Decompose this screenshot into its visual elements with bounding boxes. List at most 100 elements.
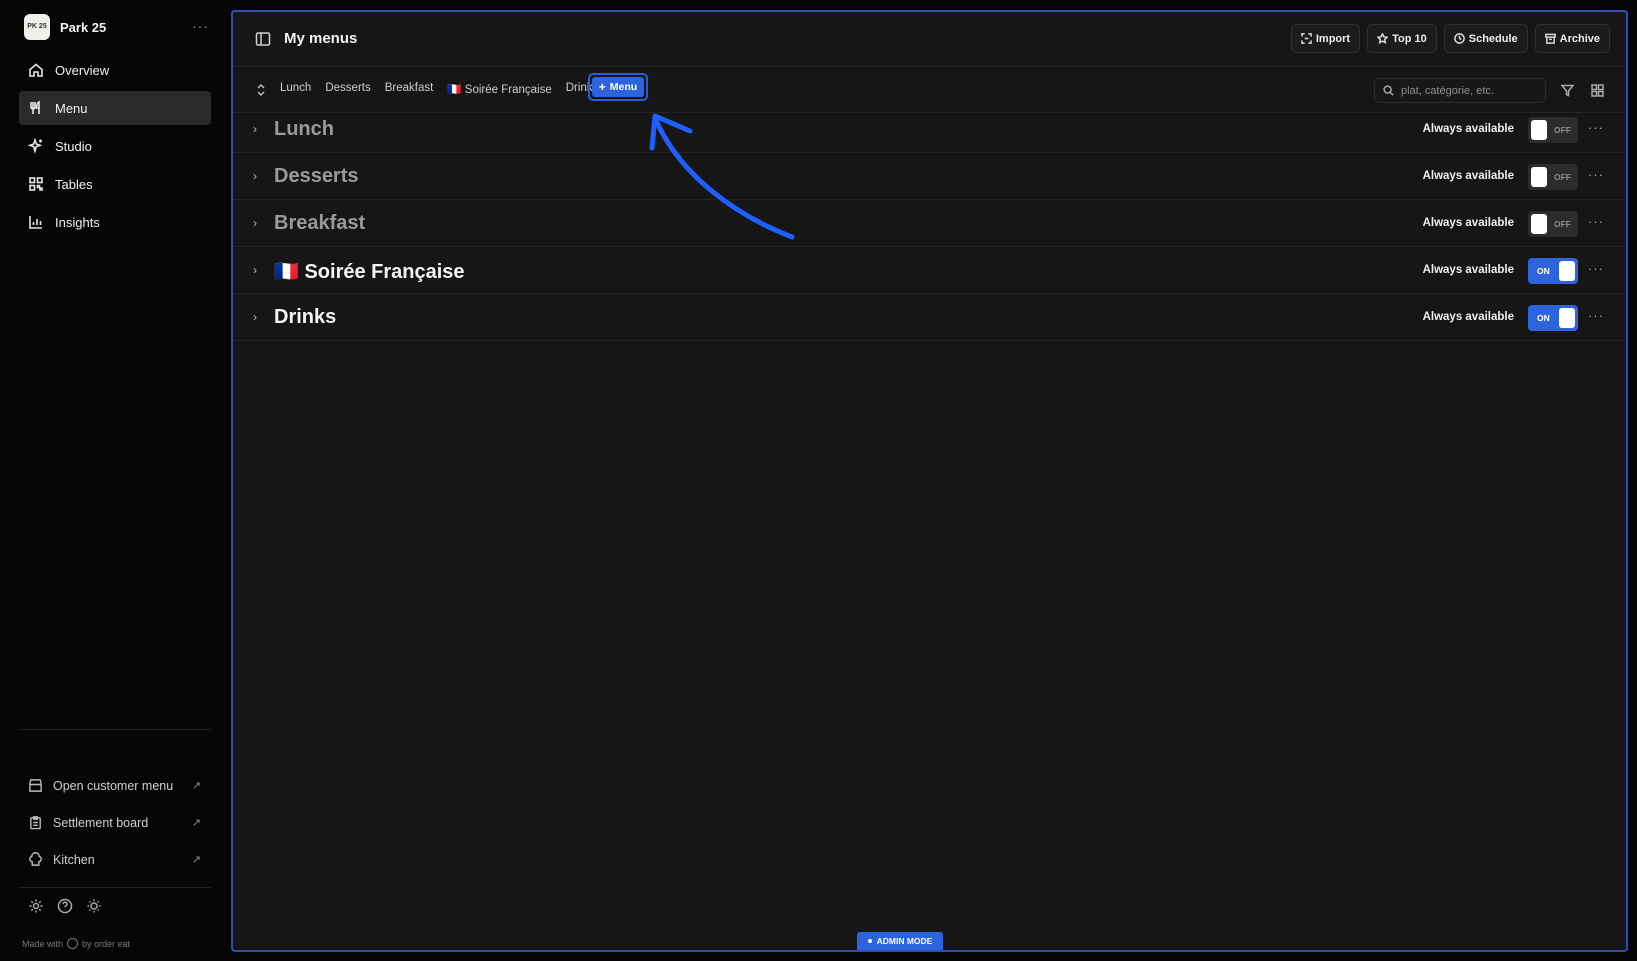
brand-name: Park 25 <box>60 19 107 35</box>
row-more-icon[interactable]: ··· <box>1588 261 1604 276</box>
page-header: My menus Import Top 10 Schedule Archive <box>233 12 1626 67</box>
tab-lunch[interactable]: Lunch <box>280 82 311 96</box>
menu-toggle[interactable]: ON <box>1528 305 1578 331</box>
row-more-icon[interactable]: ··· <box>1588 120 1604 135</box>
made-with-text: Made with <box>22 938 64 949</box>
grid-view-button[interactable] <box>1591 84 1604 102</box>
settlement-board-link[interactable]: Settlement board ↗ <box>19 804 211 841</box>
divider <box>19 729 211 730</box>
search-icon <box>1383 85 1394 96</box>
availability-label: Always available <box>1422 217 1514 229</box>
toggle-state: ON <box>1537 266 1550 276</box>
chevrons-up-down-icon <box>257 83 265 97</box>
brand[interactable]: PK 25 Park 25 <box>24 14 106 40</box>
brand-logo: PK 25 <box>24 14 50 40</box>
chevron-right-icon[interactable]: › <box>253 122 257 136</box>
archive-button[interactable]: Archive <box>1534 24 1610 53</box>
more-options-icon[interactable]: ··· <box>192 18 209 34</box>
toggle-state: OFF <box>1554 219 1571 229</box>
toggle-knob <box>1559 308 1575 328</box>
sidebar-panel-icon <box>255 32 271 46</box>
menu-row-soiree-francaise[interactable]: › 🇫🇷 Soirée Française Always available O… <box>233 247 1626 294</box>
external-links: Open customer menu ↗ Settlement board ↗ … <box>19 767 211 878</box>
qr-code-icon <box>29 177 43 191</box>
link-label: Kitchen <box>53 852 95 867</box>
made-by-text: by order eat <box>82 938 131 949</box>
link-label: Open customer menu <box>53 778 174 793</box>
top-10-button[interactable]: Top 10 <box>1367 24 1437 53</box>
menu-tabs: Lunch Desserts Breakfast 🇫🇷 Soirée Franç… <box>280 82 598 96</box>
admin-mode-badge: ADMIN MODE <box>857 932 943 950</box>
search-box <box>1374 78 1546 103</box>
footer-icons <box>28 898 102 914</box>
toggle-state: OFF <box>1554 172 1571 182</box>
chevron-right-icon[interactable]: › <box>253 310 257 324</box>
link-label: Settlement board <box>53 815 149 830</box>
settings-icon[interactable] <box>28 898 44 914</box>
schedule-button[interactable]: Schedule <box>1443 24 1528 53</box>
import-icon <box>1301 33 1312 44</box>
kitchen-link[interactable]: Kitchen ↗ <box>19 841 211 878</box>
nav-item-label: Tables <box>55 176 93 192</box>
page-title: My menus <box>284 30 358 47</box>
nav-item-menu[interactable]: Menu <box>19 91 211 125</box>
star-icon <box>1377 33 1389 44</box>
nav-item-studio[interactable]: Studio <box>19 129 211 163</box>
nav-item-overview[interactable]: Overview <box>19 53 211 87</box>
reorder-button[interactable] <box>254 82 268 98</box>
menu-name: Drinks <box>274 306 337 328</box>
menu-toggle[interactable]: OFF <box>1528 164 1578 190</box>
add-menu-button[interactable]: + Menu <box>588 73 648 101</box>
availability-label: Always available <box>1422 311 1514 323</box>
search-input[interactable] <box>1401 84 1531 97</box>
made-with-credit: Made with by order eat <box>22 938 130 949</box>
menu-name: Lunch <box>274 118 334 140</box>
nav-item-label: Studio <box>55 138 92 154</box>
menu-row-desserts[interactable]: › Desserts Always available OFF ··· <box>233 153 1626 200</box>
chevron-right-icon[interactable]: › <box>253 263 257 277</box>
toggle-knob <box>1531 120 1547 140</box>
chevron-right-icon[interactable]: › <box>253 216 257 230</box>
clipboard-icon <box>30 816 41 830</box>
bar-chart-icon <box>29 216 42 229</box>
toggle-knob <box>1559 261 1575 281</box>
theme-sun-icon[interactable] <box>86 898 102 914</box>
menu-row-drinks[interactable]: › Drinks Always available ON ··· <box>233 294 1626 341</box>
row-more-icon[interactable]: ··· <box>1588 308 1604 323</box>
external-arrow-icon: ↗ <box>191 780 201 792</box>
add-menu-label: Menu <box>609 81 638 93</box>
menu-row-lunch[interactable]: › Lunch Always available OFF ··· <box>233 106 1626 153</box>
clock-icon <box>1453 33 1465 44</box>
menu-toggle[interactable]: OFF <box>1528 211 1578 237</box>
nav-item-tables[interactable]: Tables <box>19 167 211 201</box>
help-icon[interactable] <box>57 898 73 914</box>
row-more-icon[interactable]: ··· <box>1588 167 1604 182</box>
nav-item-label: Overview <box>55 62 110 78</box>
filter-button[interactable] <box>1560 84 1575 102</box>
plus-icon: + <box>598 80 606 94</box>
toggle-sidebar-button[interactable] <box>255 31 271 47</box>
add-menu-button-inner: + Menu <box>592 77 644 97</box>
tab-soiree-francaise[interactable]: 🇫🇷 Soirée Française <box>447 82 551 96</box>
menu-toggle[interactable]: ON <box>1528 258 1578 284</box>
menu-name: Breakfast <box>274 212 366 234</box>
nav-item-label: Menu <box>55 100 88 116</box>
grid-icon <box>1591 84 1604 97</box>
availability-label: Always available <box>1422 170 1514 182</box>
row-more-icon[interactable]: ··· <box>1588 214 1604 229</box>
open-customer-menu-link[interactable]: Open customer menu ↗ <box>19 767 211 804</box>
nav-item-insights[interactable]: Insights <box>19 205 211 239</box>
menu-row-breakfast[interactable]: › Breakfast Always available OFF ··· <box>233 200 1626 247</box>
header-actions: Import Top 10 Schedule Archive <box>1290 24 1610 53</box>
import-button[interactable]: Import <box>1290 24 1361 53</box>
menu-toggle[interactable]: OFF <box>1528 117 1578 143</box>
main-panel: My menus Import Top 10 Schedule Archive <box>231 10 1628 952</box>
tab-breakfast[interactable]: Breakfast <box>385 82 434 96</box>
chevron-right-icon[interactable]: › <box>253 169 257 183</box>
tab-desserts[interactable]: Desserts <box>325 82 370 96</box>
chef-hat-icon <box>29 852 42 866</box>
toggle-state: OFF <box>1554 125 1571 135</box>
button-label: Top 10 <box>1392 32 1427 45</box>
toggle-state: ON <box>1537 313 1550 323</box>
button-label: Archive <box>1559 32 1600 45</box>
